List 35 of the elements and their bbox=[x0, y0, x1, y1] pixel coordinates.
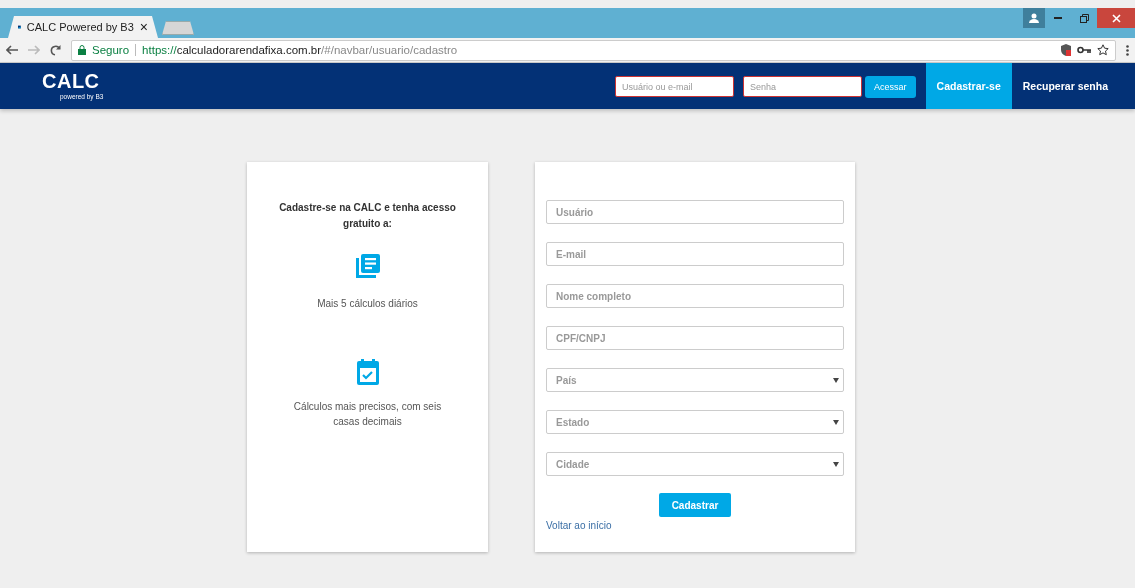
close-icon[interactable] bbox=[1097, 8, 1135, 28]
back-arrow-icon[interactable] bbox=[6, 45, 18, 55]
logo[interactable]: CALC bbox=[42, 71, 100, 91]
nav-link[interactable]: Recuperar senha bbox=[1011, 63, 1119, 109]
menu-icon[interactable] bbox=[1126, 44, 1129, 56]
close-tab-button[interactable]: × bbox=[139, 19, 148, 35]
benefit-text: Mais 5 cálculos diários bbox=[316, 297, 419, 311]
dropdown-field[interactable]: Estado bbox=[546, 410, 844, 434]
address-bar[interactable]: Seguro https://calculadorarendafixa.com.br/#/navbar/usuario/cadastro bbox=[71, 39, 1116, 61]
key-icon[interactable] bbox=[1077, 46, 1091, 54]
security-label: Seguro bbox=[92, 44, 137, 56]
reload-icon[interactable] bbox=[50, 44, 61, 56]
input-field[interactable]: Nome completo bbox=[546, 284, 844, 308]
back-link[interactable]: Voltar ao início bbox=[546, 520, 612, 531]
shield-icon[interactable] bbox=[1061, 44, 1071, 56]
benefit-text: Cálculos mais precisos, com seis casas decimais bbox=[292, 400, 443, 429]
dropdown-field[interactable]: País bbox=[546, 368, 844, 392]
dropdown-caret-icon bbox=[833, 378, 839, 383]
dropdown-field[interactable]: Cidade bbox=[546, 452, 844, 476]
password-field[interactable]: Senha bbox=[743, 76, 863, 97]
input-field[interactable]: CPF/CNPJ bbox=[546, 326, 844, 350]
input-field[interactable]: Usuário bbox=[546, 200, 844, 224]
dropdown-caret-icon bbox=[833, 462, 839, 467]
star-icon[interactable] bbox=[1097, 44, 1109, 56]
documents-icon bbox=[355, 254, 380, 278]
calendar-check-icon bbox=[356, 359, 379, 385]
profile-icon[interactable] bbox=[1023, 8, 1045, 28]
tab-title: CALC Powered by B3 bbox=[26, 21, 134, 33]
padlock-icon bbox=[78, 45, 86, 55]
browser-tab[interactable]: CALC Powered by B3 × bbox=[8, 16, 158, 38]
benefits-heading: Cadastre-se na CALC e tenha acesso gratuito a: bbox=[278, 201, 457, 231]
input-field[interactable]: E-mail bbox=[546, 242, 844, 266]
url-text: https://calculadorarendafixa.com.br/#/navbar/usuario/cadastro bbox=[142, 44, 459, 56]
username-field[interactable]: Usuário ou e-mail bbox=[615, 76, 735, 97]
dropdown-caret-icon bbox=[833, 420, 839, 425]
